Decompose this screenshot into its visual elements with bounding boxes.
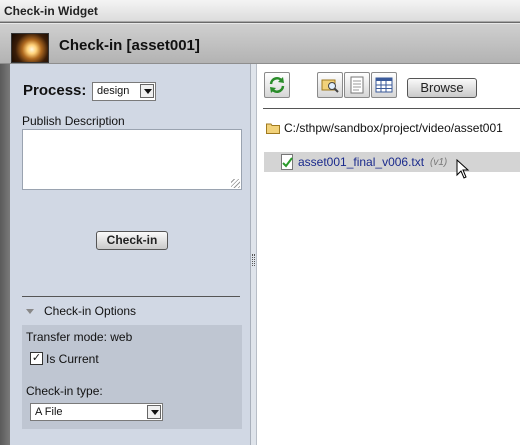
asset-thumbnail [11, 33, 49, 63]
chevron-down-icon[interactable] [140, 84, 154, 98]
checkin-options-label: Check-in Options [44, 304, 137, 318]
file-list-item[interactable]: asset001_final_v006.txt (v1) [264, 152, 520, 172]
process-select[interactable]: design [92, 82, 156, 101]
refresh-button[interactable] [264, 72, 290, 98]
checkin-type-label: Check-in type: [26, 384, 103, 398]
browse-button[interactable]: Browse [407, 78, 477, 98]
mouse-cursor-icon [456, 159, 470, 179]
folder-icon [266, 123, 280, 134]
toolbar-divider [263, 108, 520, 109]
file-check-icon [281, 154, 293, 170]
grid-view-button[interactable] [371, 72, 397, 98]
checkin-type-select[interactable]: A File [30, 403, 163, 421]
folder-path: C:/sthpw/sandbox/project/video/asset001 [284, 121, 503, 135]
file-name-link[interactable]: asset001_final_v006.txt [298, 155, 424, 169]
transfer-mode-text: Transfer mode: web [26, 330, 133, 344]
document-button[interactable] [344, 72, 370, 98]
section-divider [22, 296, 240, 297]
document-icon [350, 76, 364, 94]
splitter-grip-icon[interactable] [252, 254, 255, 266]
window-titlebar: Check-in Widget [0, 0, 520, 22]
search-icon [321, 79, 339, 93]
process-label: Process: [23, 82, 87, 99]
widget-header: Check-in [asset001] [0, 23, 520, 64]
grid-icon [375, 77, 393, 93]
checkin-button[interactable]: Check-in [96, 231, 168, 250]
file-version: (v1) [430, 157, 448, 168]
is-current-checkbox[interactable]: ✓ [30, 352, 43, 365]
file-browser-panel: Browse C:/sthpw/sandbox/project/video/as… [257, 64, 520, 445]
checkin-form-panel: Process: design Publish Description Chec… [10, 64, 251, 445]
window-title: Check-in Widget [4, 4, 98, 18]
checkin-options-box: Transfer mode: web ✓ Is Current Check-in… [22, 325, 242, 429]
search-folder-button[interactable] [317, 72, 343, 98]
refresh-icon [269, 77, 285, 93]
triangle-down-icon [26, 309, 34, 315]
process-select-value: design [97, 85, 130, 97]
chevron-down-icon[interactable] [147, 405, 161, 419]
is-current-label: Is Current [46, 352, 99, 366]
header-title: Check-in [asset001] [59, 37, 200, 54]
publish-description-label: Publish Description [22, 114, 125, 128]
folder-path-row[interactable]: C:/sthpw/sandbox/project/video/asset001 [266, 121, 503, 135]
checkin-options-toggle[interactable]: Check-in Options [26, 304, 136, 318]
publish-description-input[interactable] [22, 129, 242, 190]
left-edge-strip [0, 64, 10, 445]
checkin-type-value: A File [35, 406, 63, 418]
